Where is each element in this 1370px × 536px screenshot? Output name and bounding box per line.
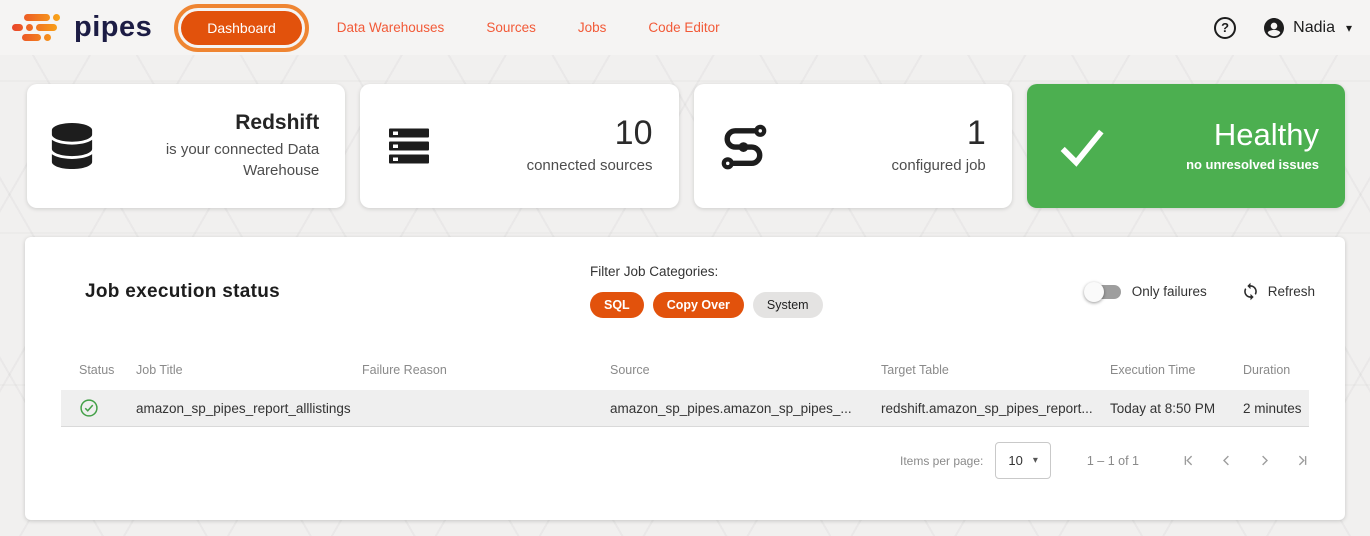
pagination: Items per page: 10 ▾ 1 – 1 of 1 [900,442,1310,479]
col-duration: Duration [1243,363,1291,377]
chevron-left-icon [1223,455,1229,466]
filter-chip-system[interactable]: System [752,292,823,318]
nav-right: ? Nadia ▾ [1214,16,1352,40]
filter-label: Filter Job Categories: [590,264,719,279]
user-menu[interactable]: Nadia ▾ [1262,16,1352,40]
nav-item-code-editor[interactable]: Code Editor [648,20,719,35]
nav-links: Data Warehouses Sources Jobs Code Editor [337,20,720,35]
panel-controls: Only failures Refresh [1083,281,1315,302]
first-page-button[interactable] [1181,453,1196,468]
toggle-knob[interactable] [1083,281,1104,302]
card-connected-sources: 10 connected sources [360,84,679,208]
success-check-icon [80,399,98,417]
col-execution-time: Execution Time [1110,363,1196,377]
job-title-cell: amazon_sp_pipes_report_alllistings [136,400,351,416]
pipes-logo-icon [12,13,60,41]
pipeline-icon [721,124,766,170]
col-status: Status [79,363,115,377]
execution-time-cell: Today at 8:50 PM [1110,400,1216,416]
table-header-row: Status Job Title Failure Reason Source T… [61,350,1309,390]
col-target-table: Target Table [881,363,949,377]
filter-chip-sql[interactable]: SQL [590,292,644,318]
refresh-label: Refresh [1267,284,1315,299]
database-icon [51,123,93,169]
card-data-warehouse: Redshift is your connected Data Warehous… [27,84,346,208]
nav-item-dashboard[interactable]: Dashboard [181,10,302,45]
dashboard-highlight-annotation: Dashboard [174,3,309,52]
status-cell [61,398,136,418]
card-subtitle: is your connected Data Warehouse [165,141,320,179]
table-row[interactable]: amazon_sp_pipes_report_alllistings amazo… [61,390,1309,427]
refresh-button[interactable]: Refresh [1241,282,1315,301]
sources-icon [389,128,430,164]
user-name: Nadia [1293,18,1335,36]
nav-item-data-warehouses[interactable]: Data Warehouses [337,20,445,35]
toggle-track[interactable] [1083,281,1121,302]
section-title: Job execution status [85,281,280,302]
chevron-down-icon: ▾ [1345,20,1352,35]
next-page-button[interactable] [1257,453,1272,468]
col-source: Source [610,363,650,377]
items-per-page-select[interactable]: 10 ▾ [995,442,1051,479]
items-per-page-label: Items per page: [899,453,984,468]
card-configured-jobs: 1 configured job [693,84,1012,208]
card-subtitle: connected sources [526,156,653,174]
top-nav: pipes Dashboard Data Warehouses Sources … [0,0,1370,55]
source-cell: amazon_sp_pipes.amazon_sp_pipes_... [610,400,852,416]
card-subtitle: configured job [891,156,986,174]
previous-page-button[interactable] [1219,453,1234,468]
first-page-icon [1184,455,1193,466]
check-icon [1060,129,1104,167]
col-job-title: Job Title [136,363,183,377]
only-failures-label: Only failures [1131,284,1207,299]
last-page-button[interactable] [1295,453,1310,468]
target-table-cell: redshift.amazon_sp_pipes_report... [881,400,1093,416]
stat-cards: Redshift is your connected Data Warehous… [27,84,1345,208]
brand-logo[interactable]: pipes [10,9,152,47]
job-execution-panel: Job execution status Filter Job Categori… [25,237,1345,520]
only-failures-toggle[interactable]: Only failures [1083,281,1207,302]
nav-item-sources[interactable]: Sources [486,20,536,35]
help-icon[interactable]: ? [1214,16,1237,39]
items-per-page-value: 10 [1008,453,1023,468]
chevron-down-icon: ▾ [1032,455,1038,466]
chevron-right-icon [1262,455,1268,466]
job-table: Status Job Title Failure Reason Source T… [61,350,1309,427]
duration-cell: 2 minutes [1243,400,1302,416]
last-page-icon [1298,455,1307,466]
refresh-icon [1243,282,1257,301]
card-health-status: Healthy no unresolved issues [1026,84,1345,208]
card-title: Redshift [235,111,320,135]
card-value: 10 [614,114,653,153]
card-value: Healthy [1213,116,1319,152]
card-subtitle: no unresolved issues [1186,156,1319,172]
page-range-label: 1 – 1 of 1 [1086,453,1139,468]
job-category-filters: Filter Job Categories: SQL Copy Over Sys… [590,264,823,318]
avatar-icon [1264,17,1285,38]
filter-chip-copy-over[interactable]: Copy Over [652,292,744,318]
card-value: 1 [966,114,986,153]
col-failure-reason: Failure Reason [362,363,447,377]
nav-item-jobs[interactable]: Jobs [578,20,607,35]
brand-name: pipes [74,11,153,43]
